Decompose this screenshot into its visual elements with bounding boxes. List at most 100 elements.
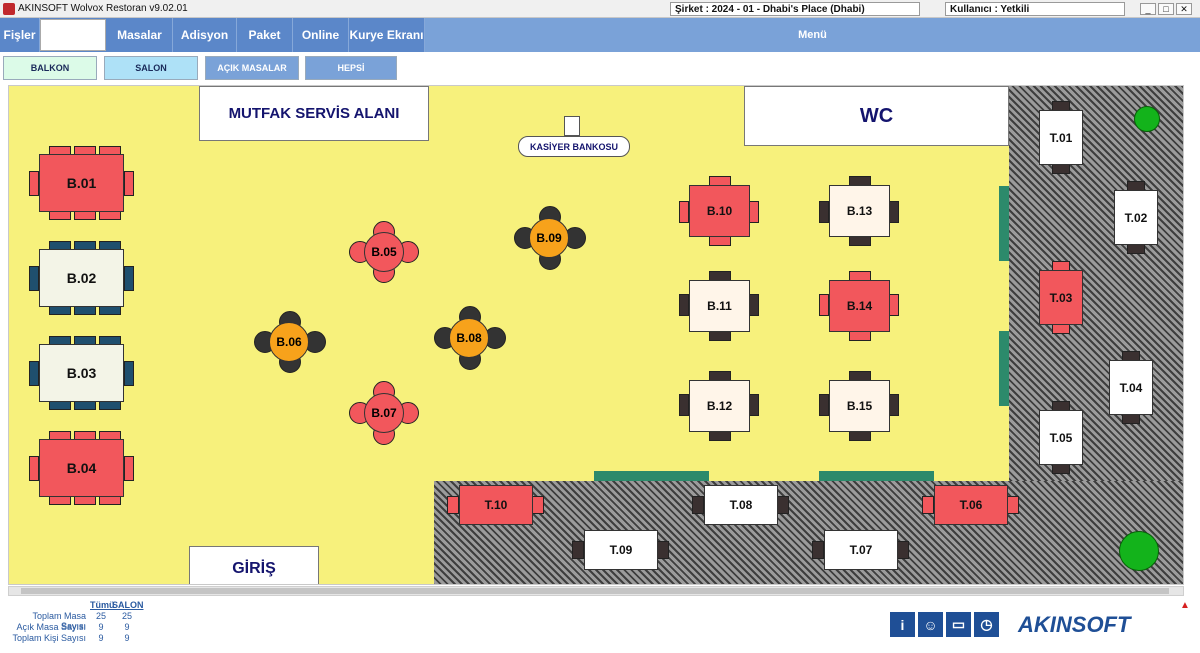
chair (99, 401, 121, 410)
chair (1007, 496, 1019, 514)
terrace-area-bottom (434, 481, 1183, 584)
table-t10[interactable]: T.10 (459, 485, 533, 525)
menu-title: Menü (425, 18, 1200, 52)
chair (29, 171, 39, 196)
table-b12[interactable]: B.12 (689, 380, 750, 432)
stat-value: 25 (121, 611, 132, 621)
table-b02[interactable]: B.02 (39, 249, 124, 307)
chair (819, 201, 829, 223)
table-t01[interactable]: T.01 (1039, 110, 1083, 165)
stat-header-all: Tümü (90, 600, 115, 610)
table-t08[interactable]: T.08 (704, 485, 778, 525)
table-b15[interactable]: B.15 (829, 380, 890, 432)
chair (657, 541, 669, 559)
chair (679, 394, 689, 416)
payment-icon[interactable]: ▭ (946, 612, 971, 637)
table-b08[interactable]: B.08 (449, 318, 489, 358)
chair (49, 496, 71, 505)
stat-value: 25 (95, 611, 106, 621)
table-t04[interactable]: T.04 (1109, 360, 1153, 415)
table-b06[interactable]: B.06 (269, 322, 309, 362)
chair (124, 456, 134, 481)
table-b01[interactable]: B.01 (39, 154, 124, 212)
main-menubar: Fişler Masalar Adisyon Paket Online Kury… (0, 18, 1200, 52)
chair (777, 496, 789, 514)
notification-bell-icon[interactable]: ▲ (1180, 600, 1190, 611)
chair (74, 211, 96, 220)
menu-online[interactable]: Online (293, 18, 349, 52)
chair (74, 496, 96, 505)
close-button[interactable]: ✕ (1176, 3, 1192, 15)
plant-icon (1119, 531, 1159, 571)
chair (709, 431, 731, 441)
scrollbar-thumb[interactable] (21, 588, 1169, 594)
wall-segment (999, 186, 1009, 261)
table-t05[interactable]: T.05 (1039, 410, 1083, 465)
chair (897, 541, 909, 559)
tab-hepsi[interactable]: HEPSİ (305, 56, 397, 80)
menu-blank-slot[interactable] (40, 19, 106, 51)
table-b05[interactable]: B.05 (364, 232, 404, 272)
chair (749, 294, 759, 316)
chair (1122, 414, 1140, 424)
chair (1052, 464, 1070, 474)
menu-adisyon[interactable]: Adisyon (173, 18, 237, 52)
table-b03[interactable]: B.03 (39, 344, 124, 402)
table-b11[interactable]: B.11 (689, 280, 750, 332)
menu-paket[interactable]: Paket (237, 18, 293, 52)
chair (692, 496, 704, 514)
menu-masalar[interactable]: Masalar (107, 18, 173, 52)
table-t03[interactable]: T.03 (1039, 270, 1083, 325)
table-b09[interactable]: B.09 (529, 218, 569, 258)
users-icon[interactable]: ☺ (918, 612, 943, 637)
cashier-desk: KASİYER BANKOSU (518, 136, 630, 157)
menu-kurye-ekrani[interactable]: Kurye Ekranı (349, 18, 425, 52)
chair (29, 266, 39, 291)
maximize-button[interactable]: □ (1158, 3, 1174, 15)
tab-balkon[interactable]: BALKON (3, 56, 97, 80)
info-icon[interactable]: i (890, 612, 915, 637)
plant-icon (1134, 106, 1160, 132)
chair (749, 394, 759, 416)
table-b10[interactable]: B.10 (689, 185, 750, 237)
table-t07[interactable]: T.07 (824, 530, 898, 570)
table-b07[interactable]: B.07 (364, 393, 404, 433)
chair (679, 201, 689, 223)
table-t09[interactable]: T.09 (584, 530, 658, 570)
chair (532, 496, 544, 514)
chair (679, 294, 689, 316)
chair (1127, 244, 1145, 254)
chair (749, 201, 759, 223)
wall-segment (819, 471, 934, 481)
chair (29, 456, 39, 481)
table-b04[interactable]: B.04 (39, 439, 124, 497)
tab-acik-masalar[interactable]: AÇIK MASALAR (205, 56, 299, 80)
chair (709, 331, 731, 341)
table-b14[interactable]: B.14 (829, 280, 890, 332)
chair (124, 171, 134, 196)
app-title: AKINSOFT Wolvox Restoran v9.02.01 (18, 3, 188, 14)
clock-icon[interactable]: ◷ (974, 612, 999, 637)
chair (889, 294, 899, 316)
menu-fisler[interactable]: Fişler (0, 18, 40, 52)
chair (812, 541, 824, 559)
chair (849, 331, 871, 341)
horizontal-scrollbar[interactable] (8, 586, 1184, 596)
table-statistics: Tümü SALON Toplam Masa Sayısı 25 25 Açık… (10, 600, 143, 644)
chair (49, 401, 71, 410)
app-logo-icon (3, 3, 15, 15)
stat-value: 9 (124, 622, 130, 632)
chair (849, 431, 871, 441)
chair (447, 496, 459, 514)
chair (74, 306, 96, 315)
tab-salon[interactable]: SALON (104, 56, 198, 80)
table-t02[interactable]: T.02 (1114, 190, 1158, 245)
table-b13[interactable]: B.13 (829, 185, 890, 237)
stat-label: Açık Masa Sayısı (16, 622, 86, 632)
chair (819, 294, 829, 316)
table-t06[interactable]: T.06 (934, 485, 1008, 525)
chair (124, 361, 134, 386)
chair (74, 401, 96, 410)
minimize-button[interactable]: _ (1140, 3, 1156, 15)
user-field: Kullanıcı : Yetkili (945, 2, 1125, 16)
